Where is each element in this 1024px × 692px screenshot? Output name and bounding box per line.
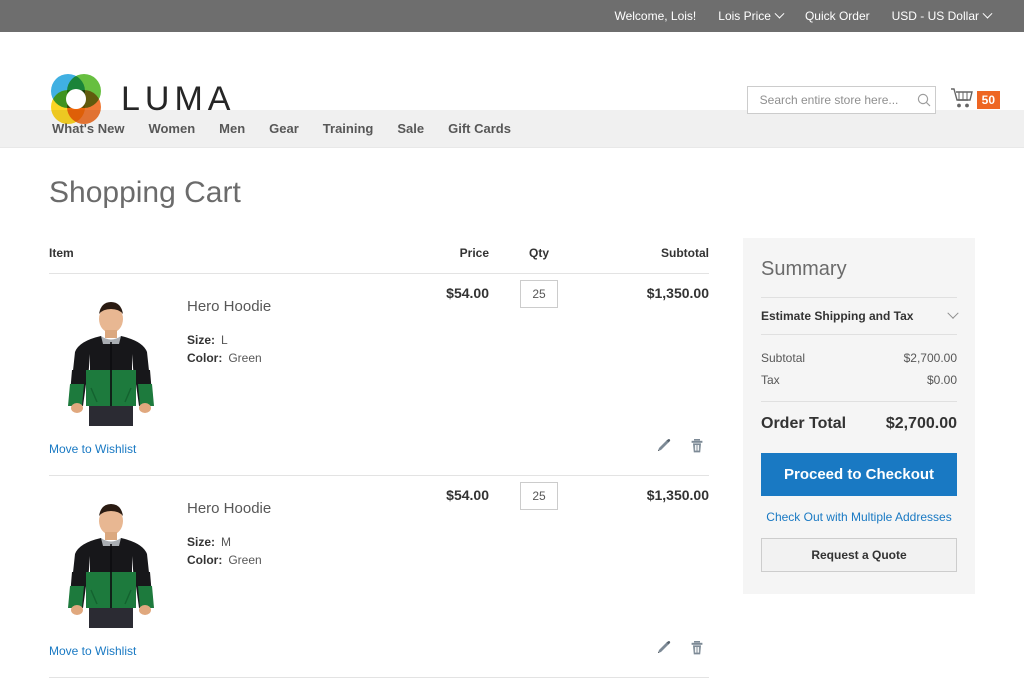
product-option-size: Size: L [187, 333, 271, 347]
cart-item-count-badge: 50 [976, 91, 1000, 109]
product-details: Hero Hoodie Size: L Color: Green [187, 292, 271, 426]
product-thumbnail[interactable] [49, 494, 173, 628]
chevron-down-icon [982, 8, 993, 19]
product-option-color: Color: Green [187, 553, 271, 567]
product-thumbnail[interactable] [49, 292, 173, 426]
search-box[interactable] [746, 86, 936, 114]
option-label: Color: [187, 351, 223, 365]
summary-line-label: Tax [761, 373, 780, 387]
order-summary-panel: Summary Estimate Shipping and Tax Subtot… [743, 238, 975, 594]
currency-switcher[interactable]: USD - US Dollar [881, 0, 1002, 32]
multiple-addresses-link[interactable]: Check Out with Multiple Addresses [761, 510, 957, 524]
summary-title: Summary [761, 258, 847, 280]
option-value: L [221, 333, 228, 347]
table-row: Hero Hoodie Size: M Color: Green $54.00 … [49, 475, 709, 628]
item-qty-cell [489, 475, 589, 628]
move-to-wishlist-link[interactable]: Move to Wishlist [49, 442, 136, 456]
page-body: Shopping Cart Item Price Qty Subtotal He… [0, 176, 1024, 692]
chevron-down-icon [774, 8, 785, 19]
option-value: Green [228, 553, 262, 567]
cart-item-cell: Hero Hoodie Size: L Color: Green [49, 274, 379, 426]
cart-item-actions-row: Move to Wishlist [49, 628, 709, 677]
product-name[interactable]: Hero Hoodie [187, 298, 271, 315]
luma-logo-icon [49, 72, 103, 126]
cart-layout: Item Price Qty Subtotal Hero Hoodie Size… [49, 238, 1000, 692]
cart-item-actions-row: Move to Wishlist [49, 426, 709, 476]
order-total-label: Order Total [761, 415, 847, 432]
welcome-message: Welcome, Lois! [614, 9, 697, 23]
quick-order-link[interactable]: Quick Order [794, 0, 881, 32]
nav-item-gear[interactable]: Gear [257, 110, 311, 148]
nav-item-sale[interactable]: Sale [385, 110, 436, 148]
cart-table-footer: Update Shopping Cart [49, 677, 709, 692]
product-option-color: Color: Green [187, 351, 271, 365]
mini-cart[interactable]: 50 [950, 87, 1000, 114]
item-subtotal: $1,350.00 [646, 285, 709, 301]
search-input[interactable] [757, 92, 917, 108]
quantity-input[interactable] [520, 482, 558, 510]
header-actions: 50 [746, 86, 1000, 114]
search-icon[interactable] [917, 93, 931, 107]
chevron-down-icon [947, 307, 959, 319]
order-total-value: $2,700.00 [885, 415, 957, 432]
summary-line-value: $0.00 [926, 373, 957, 387]
summary-line-value: $2,700.00 [903, 351, 957, 365]
column-header-subtotal: Subtotal [589, 246, 709, 274]
shopping-cart-icon [950, 87, 974, 114]
wishlist-cell: Move to Wishlist [49, 426, 489, 476]
wishlist-cell: Move to Wishlist [49, 628, 489, 677]
page-title: Shopping Cart [49, 176, 241, 209]
option-value: Green [228, 351, 262, 365]
product-option-size: Size: M [187, 535, 271, 549]
product-name[interactable]: Hero Hoodie [187, 500, 271, 517]
cart-item-cell: Hero Hoodie Size: M Color: Green [49, 475, 379, 628]
utility-top-bar: Welcome, Lois! Lois Price Quick Order US… [0, 0, 1024, 32]
account-menu-label: Lois Price [718, 9, 771, 23]
item-qty-cell [489, 274, 589, 427]
option-label: Size: [187, 535, 216, 549]
pencil-icon[interactable] [656, 640, 672, 661]
quantity-input[interactable] [520, 280, 558, 308]
item-price: $54.00 [379, 475, 489, 628]
option-label: Size: [187, 333, 216, 347]
estimate-shipping-tax-label: Estimate Shipping and Tax [761, 309, 914, 323]
item-action-icons [489, 628, 709, 677]
trash-icon[interactable] [689, 640, 705, 661]
table-row: Hero Hoodie Size: L Color: Green $54.00 … [49, 274, 709, 427]
item-subtotal: $1,350.00 [589, 475, 709, 628]
product-details: Hero Hoodie Size: M Color: Green [187, 494, 271, 628]
logo-text: LUMA [121, 79, 236, 118]
currency-switcher-label: USD - US Dollar [891, 9, 979, 23]
nav-item-gift-cards[interactable]: Gift Cards [436, 110, 523, 148]
item-price: $54.00 [446, 285, 489, 301]
summary-totals: Subtotal $2,700.00 Tax $0.00 Order Total… [761, 335, 957, 433]
option-value: M [221, 535, 232, 549]
site-header: LUMA Search entire store here... 50 [0, 32, 1024, 124]
item-action-icons [489, 426, 709, 476]
nav-item-training[interactable]: Training [311, 110, 386, 148]
trash-icon[interactable] [689, 438, 705, 459]
summary-line-label: Subtotal [761, 351, 806, 365]
pencil-icon[interactable] [656, 438, 672, 459]
cart-items-section: Item Price Qty Subtotal Hero Hoodie Size… [49, 246, 709, 692]
account-menu[interactable]: Lois Price [707, 0, 794, 32]
logo[interactable]: LUMA [49, 72, 235, 126]
cart-table: Item Price Qty Subtotal Hero Hoodie Size… [49, 246, 709, 677]
summary-line-tax: Tax $0.00 [761, 369, 957, 391]
move-to-wishlist-link[interactable]: Move to Wishlist [49, 644, 136, 658]
column-header-price: Price [379, 246, 489, 274]
proceed-to-checkout-button[interactable]: Proceed to Checkout [761, 453, 957, 496]
estimate-shipping-tax-toggle[interactable]: Estimate Shipping and Tax [761, 297, 959, 335]
order-total-row: Order Total $2,700.00 [761, 401, 957, 433]
summary-line-subtotal: Subtotal $2,700.00 [761, 347, 957, 369]
option-label: Color: [187, 553, 223, 567]
request-a-quote-button[interactable]: Request a Quote [761, 538, 957, 572]
column-header-qty: Qty [489, 246, 589, 274]
cart-table-header-row: Item Price Qty Subtotal [49, 246, 709, 274]
column-header-item: Item [49, 246, 379, 274]
